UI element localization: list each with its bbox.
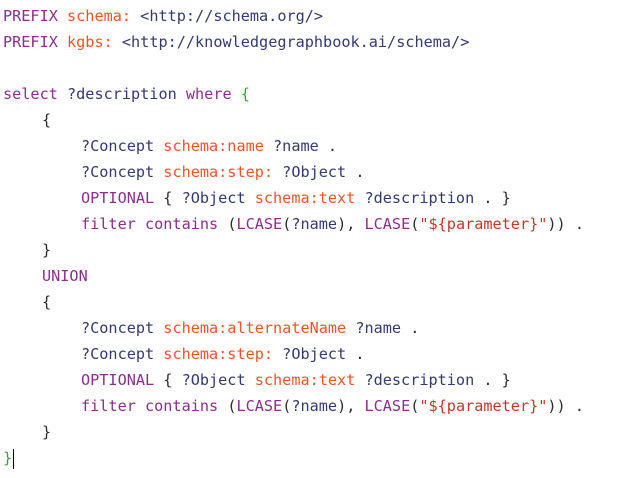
code-token: ?description	[364, 189, 484, 207]
code-token: where	[185, 85, 241, 103]
code-line[interactable]: PREFIX schema: <http://schema.org/>	[3, 3, 623, 29]
code-token: ?Object	[181, 371, 255, 389]
code-token: ?name	[355, 319, 411, 337]
code-token: ?description	[67, 85, 186, 103]
code-token: LCASE	[364, 397, 411, 415]
code-token: (	[282, 215, 292, 233]
code-token: kgbs:	[67, 33, 122, 51]
code-line[interactable]	[3, 55, 623, 81]
code-line[interactable]: ?Concept schema:step: ?Object .	[3, 159, 623, 185]
code-token: .	[355, 345, 365, 363]
code-token: {	[42, 293, 52, 311]
code-token: ?Concept	[81, 319, 164, 337]
code-token: ?Concept	[81, 163, 164, 181]
code-token: )) .	[547, 397, 584, 415]
code-token: ?name	[291, 397, 338, 415]
code-line[interactable]: select ?description where {	[3, 81, 623, 107]
code-line[interactable]: }	[3, 237, 623, 263]
code-token: {	[42, 111, 52, 129]
code-token: OPTIONAL	[81, 189, 164, 207]
code-token: }	[3, 449, 13, 467]
code-token: ),	[337, 215, 365, 233]
code-token: ?Object	[282, 163, 356, 181]
code-token: schema:step:	[163, 163, 283, 181]
code-token: ?Concept	[81, 137, 164, 155]
code-line[interactable]: ?Concept schema:step: ?Object .	[3, 341, 623, 367]
code-line[interactable]: {	[3, 289, 623, 315]
code-token: schema:text	[254, 371, 365, 389]
code-token: {	[163, 371, 182, 389]
code-token: "${parameter}"	[419, 397, 548, 415]
text-cursor	[13, 448, 15, 469]
code-token: ?Object	[282, 345, 356, 363]
code-line[interactable]: ?Concept schema:alternateName ?name .	[3, 315, 623, 341]
code-token: (	[410, 215, 420, 233]
code-token: select	[3, 85, 68, 103]
code-token: ),	[337, 397, 365, 415]
code-line[interactable]: {	[3, 107, 623, 133]
code-editor[interactable]: PREFIX schema: <http://schema.org/> PREFI…	[0, 0, 623, 478]
code-token: OPTIONAL	[81, 371, 164, 389]
code-token: filter contains	[81, 215, 228, 233]
code-token: ?Concept	[81, 345, 164, 363]
code-line[interactable]: PREFIX kgbs: <http://knowledgegraphbook.…	[3, 29, 623, 55]
code-line[interactable]: OPTIONAL { ?Object schema:text ?descript…	[3, 367, 623, 393]
code-line[interactable]: UNION	[3, 263, 623, 289]
code-token: {	[163, 189, 182, 207]
code-token: PREFIX	[3, 7, 68, 25]
code-token: }	[42, 423, 52, 441]
code-token: }	[42, 241, 52, 259]
code-token: schema:	[67, 7, 141, 25]
code-token: <http://knowledgegraphbook.ai/schema/>	[121, 33, 470, 51]
code-token: . }	[483, 371, 511, 389]
code-line[interactable]: }	[3, 419, 623, 445]
code-token: (	[410, 397, 420, 415]
code-token: {	[240, 85, 250, 103]
code-token: )) .	[547, 215, 584, 233]
code-token: LCASE	[236, 215, 283, 233]
code-token: .	[327, 137, 338, 155]
code-token: schema:alternateName	[163, 319, 356, 337]
code-line[interactable]: }	[3, 445, 623, 471]
code-token: <http://schema.org/>	[140, 7, 324, 25]
code-token: schema:name	[163, 137, 274, 155]
code-token: .	[355, 163, 365, 181]
code-line[interactable]: filter contains (LCASE(?name), LCASE("${…	[3, 393, 623, 419]
code-token: .	[410, 319, 420, 337]
code-token: LCASE	[236, 397, 283, 415]
code-line[interactable]: OPTIONAL { ?Object schema:text ?descript…	[3, 185, 623, 211]
code-token: LCASE	[364, 215, 411, 233]
code-token: (	[282, 397, 292, 415]
code-line[interactable]: ?Concept schema:name ?name .	[3, 133, 623, 159]
code-token: ?Object	[181, 189, 255, 207]
code-token: . }	[483, 189, 511, 207]
code-token: "${parameter}"	[419, 215, 548, 233]
code-token: schema:text	[254, 189, 365, 207]
code-token: schema:step:	[163, 345, 283, 363]
code-token: ?description	[364, 371, 484, 389]
code-line[interactable]: filter contains (LCASE(?name), LCASE("${…	[3, 211, 623, 237]
code-token: ?name	[291, 215, 338, 233]
code-token: ?name	[273, 137, 328, 155]
code-token: filter contains	[81, 397, 228, 415]
code-token: PREFIX	[3, 33, 68, 51]
code-token: UNION	[42, 267, 88, 285]
